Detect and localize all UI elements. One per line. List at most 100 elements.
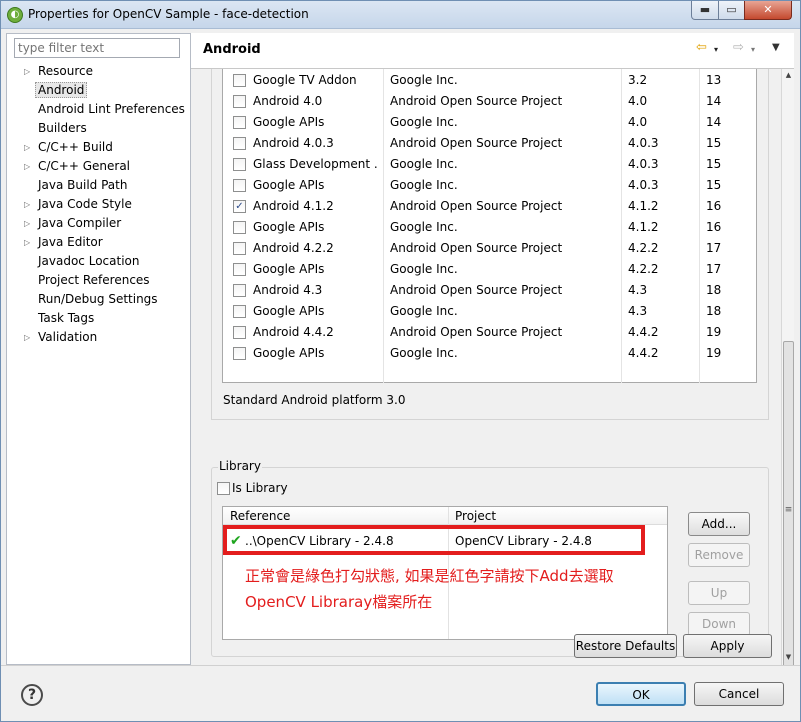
- apply-button[interactable]: Apply: [683, 634, 772, 658]
- sidebar-item-android[interactable]: Android: [7, 81, 190, 100]
- target-checkbox[interactable]: ✓: [233, 200, 246, 213]
- target-checkbox[interactable]: [233, 242, 246, 255]
- sidebar-item-label: Task Tags: [38, 311, 95, 325]
- expand-arrow-icon[interactable]: ▷: [24, 214, 30, 233]
- build-target-row[interactable]: Android 4.3 Android Open Source Project 4.…: [223, 280, 756, 301]
- close-button[interactable]: ✕: [744, 1, 792, 20]
- sidebar-item-android-lint-preferences[interactable]: Android Lint Preferences: [7, 100, 190, 119]
- target-name-cell: Google TV Addon: [253, 73, 357, 87]
- maximize-button[interactable]: ▭: [718, 1, 745, 20]
- target-version-cell: 4.3: [628, 283, 648, 297]
- expand-arrow-icon[interactable]: ▷: [24, 157, 30, 176]
- sidebar-item-label: Android Lint Preferences: [38, 102, 185, 116]
- back-arrow-icon[interactable]: ⇦: [696, 40, 707, 55]
- sidebar-item-java-compiler[interactable]: ▷ Java Compiler: [7, 214, 190, 233]
- move-down-button[interactable]: Down: [688, 612, 750, 636]
- forward-menu-chevron-icon[interactable]: ▾: [751, 45, 755, 54]
- target-checkbox[interactable]: [233, 305, 246, 318]
- sidebar-item-project-references[interactable]: Project References: [7, 271, 190, 290]
- title-bar: ◐ Properties for OpenCV Sample - face-de…: [1, 1, 800, 29]
- build-target-row[interactable]: Glass Development ... Google Inc. 4.0.3 15: [223, 154, 756, 175]
- target-api-cell: 19: [706, 325, 722, 339]
- cancel-button[interactable]: Cancel: [694, 682, 784, 706]
- restore-defaults-button[interactable]: Restore Defaults: [574, 634, 677, 658]
- build-target-row[interactable]: Google APIs Google Inc. 4.1.2 16: [223, 217, 756, 238]
- is-library-checkbox[interactable]: Is Library: [217, 480, 288, 496]
- sidebar-item-label: Run/Debug Settings: [38, 292, 158, 306]
- sidebar-item-java-build-path[interactable]: Java Build Path: [7, 176, 190, 195]
- help-icon[interactable]: ?: [21, 684, 43, 706]
- scrollbar-grip-icon: ≡: [784, 505, 793, 515]
- is-library-label: Is Library: [232, 481, 288, 495]
- view-menu-icon[interactable]: ▼: [772, 42, 780, 53]
- back-menu-chevron-icon[interactable]: ▾: [714, 45, 718, 54]
- reference-column-header[interactable]: Reference: [230, 508, 290, 524]
- target-checkbox[interactable]: [233, 263, 246, 276]
- sidebar-item-java-editor[interactable]: ▷ Java Editor: [7, 233, 190, 252]
- build-target-table[interactable]: Google TV Addon Google Inc. 3.2 13 Android 4…: [222, 69, 757, 383]
- target-checkbox[interactable]: [233, 221, 246, 234]
- expand-arrow-icon[interactable]: ▷: [24, 233, 30, 252]
- build-target-row[interactable]: ✓ Android 4.1.2 Android Open Source Projec…: [223, 196, 756, 217]
- target-api-cell: 17: [706, 241, 722, 255]
- sidebar-item-label: Java Compiler: [38, 216, 122, 230]
- sidebar-item-validation[interactable]: ▷ Validation: [7, 328, 190, 347]
- target-checkbox[interactable]: [233, 284, 246, 297]
- minimize-button[interactable]: ▬: [691, 1, 719, 20]
- build-target-row[interactable]: Google APIs Google Inc. 4.2.2 17: [223, 259, 756, 280]
- target-checkbox[interactable]: [233, 95, 246, 108]
- build-target-row[interactable]: Google APIs Google Inc. 4.3 18: [223, 301, 756, 322]
- scroll-up-arrow-icon[interactable]: ▲: [782, 69, 795, 82]
- target-checkbox[interactable]: [233, 74, 246, 87]
- sidebar-item-label: C/C++ General: [38, 159, 131, 173]
- target-api-cell: 18: [706, 304, 722, 318]
- sidebar-item-javadoc-location[interactable]: Javadoc Location: [7, 252, 190, 271]
- build-target-row[interactable]: Google APIs Google Inc. 4.0 14: [223, 112, 756, 133]
- ok-button[interactable]: OK: [596, 682, 686, 706]
- target-api-cell: 16: [706, 199, 722, 213]
- target-api-cell: 15: [706, 178, 722, 192]
- sidebar-item-java-code-style[interactable]: ▷ Java Code Style: [7, 195, 190, 214]
- is-library-checkbox-box[interactable]: [217, 482, 230, 495]
- project-column-header[interactable]: Project: [455, 508, 496, 524]
- remove-library-button[interactable]: Remove: [688, 543, 750, 567]
- move-up-button[interactable]: Up: [688, 581, 750, 605]
- expand-arrow-icon[interactable]: ▷: [24, 138, 30, 157]
- sidebar-item-c-c-build[interactable]: ▷ C/C++ Build: [7, 138, 190, 157]
- expand-arrow-icon[interactable]: ▷: [24, 328, 30, 347]
- sidebar-item-builders[interactable]: Builders: [7, 119, 190, 138]
- sidebar-item-resource[interactable]: ▷ Resource: [7, 62, 190, 81]
- build-target-row[interactable]: Google APIs Google Inc. 4.0.3 15: [223, 175, 756, 196]
- expand-arrow-icon[interactable]: ▷: [24, 195, 30, 214]
- target-description: Standard Android platform 3.0: [223, 393, 406, 407]
- target-vendor-cell: Google Inc.: [390, 157, 458, 171]
- build-target-row[interactable]: Android 4.0.3 Android Open Source Project…: [223, 133, 756, 154]
- forward-arrow-icon[interactable]: ⇨: [733, 40, 744, 55]
- add-library-button[interactable]: Add...: [688, 512, 750, 536]
- target-version-cell: 4.2.2: [628, 241, 659, 255]
- sidebar-item-label: Android: [35, 82, 88, 98]
- target-version-cell: 4.0: [628, 94, 648, 108]
- build-target-row[interactable]: Android 4.0 Android Open Source Project 4.…: [223, 91, 756, 112]
- build-target-row[interactable]: Google TV Addon Google Inc. 3.2 13: [223, 70, 756, 91]
- sidebar-item-run-debug-settings[interactable]: Run/Debug Settings: [7, 290, 190, 309]
- vertical-scrollbar[interactable]: ▲ ≡ ▼: [781, 69, 795, 679]
- target-checkbox[interactable]: [233, 116, 246, 129]
- target-checkbox[interactable]: [233, 347, 246, 360]
- target-checkbox[interactable]: [233, 326, 246, 339]
- target-checkbox[interactable]: [233, 137, 246, 150]
- sidebar-item-label: Javadoc Location: [38, 254, 140, 268]
- build-target-row[interactable]: Android 4.4.2 Android Open Source Project…: [223, 322, 756, 343]
- target-version-cell: 4.1.2: [628, 220, 659, 234]
- sidebar-item-task-tags[interactable]: Task Tags: [7, 309, 190, 328]
- sidebar-item-c-c-general[interactable]: ▷ C/C++ General: [7, 157, 190, 176]
- build-target-row[interactable]: Google APIs Google Inc. 4.4.2 19: [223, 343, 756, 364]
- target-api-cell: 18: [706, 283, 722, 297]
- target-checkbox[interactable]: [233, 158, 246, 171]
- target-name-cell: Google APIs: [253, 220, 325, 234]
- expand-arrow-icon[interactable]: ▷: [24, 62, 30, 81]
- target-checkbox[interactable]: [233, 179, 246, 192]
- build-target-row[interactable]: Android 4.2.2 Android Open Source Project…: [223, 238, 756, 259]
- scroll-down-arrow-icon[interactable]: ▼: [782, 651, 795, 664]
- filter-input[interactable]: [14, 38, 180, 58]
